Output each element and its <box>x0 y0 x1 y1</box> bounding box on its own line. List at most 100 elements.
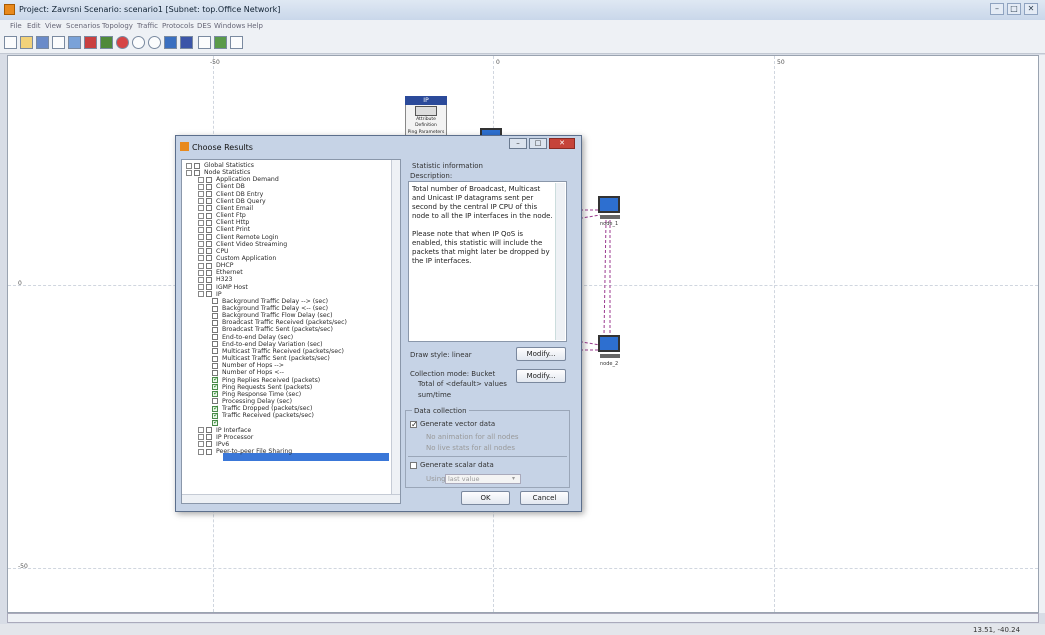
tree-item[interactable]: End-to-end Delay Variation (sec) <box>222 341 323 348</box>
tree-expander-icon[interactable] <box>198 191 204 198</box>
tree-item[interactable]: Ethernet <box>216 269 243 276</box>
menu-edit[interactable]: Edit <box>27 22 41 30</box>
tree-expander-icon[interactable] <box>198 427 204 434</box>
tree-item[interactable]: IP Processor <box>216 434 253 441</box>
tree-checkbox[interactable] <box>206 226 212 233</box>
tree-item[interactable]: Broadcast Traffic Sent (packets/sec) <box>222 326 333 333</box>
tree-checkbox[interactable] <box>212 312 218 319</box>
tree-checkbox[interactable] <box>206 241 212 248</box>
tree-checkbox[interactable] <box>194 169 200 176</box>
close-icon[interactable]: ✕ <box>1024 3 1038 15</box>
tree-expander-icon[interactable] <box>198 291 204 298</box>
tree-item[interactable]: IP <box>216 291 222 298</box>
save-icon[interactable] <box>36 36 49 49</box>
tree-checkbox[interactable] <box>206 269 212 276</box>
node-2-icon[interactable] <box>598 335 620 352</box>
tree-checkbox[interactable] <box>206 434 212 441</box>
tree-item[interactable]: Client Email <box>216 205 253 212</box>
tree-item[interactable]: Client DB Query <box>216 198 266 205</box>
maximize-icon[interactable]: □ <box>1007 3 1021 15</box>
description-scrollbar[interactable] <box>555 183 565 340</box>
collection-mode-modify-button[interactable]: Modify... <box>516 369 566 383</box>
tree-expander-icon[interactable] <box>198 198 204 205</box>
tree-item[interactable]: Traffic Received (packets/sec) <box>222 412 314 419</box>
tree-expander-icon[interactable] <box>198 441 204 448</box>
tree-item[interactable]: H323 <box>216 276 232 283</box>
tree-checkbox[interactable] <box>212 326 218 333</box>
tree-expander-icon[interactable] <box>198 212 204 219</box>
open-icon[interactable] <box>20 36 33 49</box>
tree-vertical-scrollbar[interactable] <box>391 160 400 494</box>
tree-item[interactable]: End-to-end Delay (sec) <box>222 334 293 341</box>
tree-item[interactable]: Ping Replies Received (packets) <box>222 377 320 384</box>
tree-checkbox[interactable] <box>206 205 212 212</box>
tree-checkbox[interactable] <box>206 441 212 448</box>
tree-checkbox[interactable] <box>212 305 218 312</box>
tree-checkbox[interactable] <box>206 427 212 434</box>
tree-item[interactable]: Global Statistics <box>204 162 254 169</box>
tree-item[interactable]: IPv6 <box>216 441 229 448</box>
minimize-icon[interactable]: – <box>990 3 1004 15</box>
tree-checkbox[interactable] <box>206 176 212 183</box>
tree-expander-icon[interactable] <box>198 183 204 190</box>
tree-expander-icon[interactable] <box>198 255 204 262</box>
tree-checkbox[interactable] <box>212 341 218 348</box>
fail-node-icon[interactable] <box>116 36 129 49</box>
tree-checkbox[interactable] <box>206 248 212 255</box>
tree-expander-icon[interactable] <box>198 226 204 233</box>
tree-expander-icon[interactable] <box>198 234 204 240</box>
tree-item[interactable]: Client DB Entry <box>216 191 263 198</box>
tree-expander-icon[interactable] <box>198 219 204 226</box>
dialog-close-icon[interactable]: ✕ <box>549 138 575 149</box>
tree-item[interactable]: Custom Application <box>216 255 276 262</box>
tree-checkbox[interactable] <box>212 298 218 305</box>
object-palette-icon[interactable] <box>84 36 97 49</box>
tree-checkbox[interactable] <box>206 234 212 240</box>
tree-item[interactable]: Ping Response Time (sec) <box>222 391 301 398</box>
tree-expander-icon[interactable] <box>198 269 204 276</box>
configure-icon[interactable] <box>68 36 81 49</box>
tree-expander-icon[interactable] <box>198 434 204 441</box>
hide-graphs-icon[interactable] <box>198 36 211 49</box>
tree-checkbox[interactable] <box>206 255 212 262</box>
draw-style-modify-button[interactable]: Modify... <box>516 347 566 361</box>
dialog-maximize-icon[interactable]: □ <box>529 138 547 149</box>
tree-item[interactable]: Traffic Sent (packets/sec) <box>222 419 300 426</box>
tree-checkbox[interactable] <box>206 276 212 283</box>
tree-item[interactable]: Client Http <box>216 219 249 226</box>
tree-item[interactable]: Application Demand <box>216 176 279 183</box>
tree-expander-icon[interactable] <box>186 162 192 169</box>
tree-expander-icon[interactable] <box>198 262 204 269</box>
print-icon[interactable] <box>52 36 65 49</box>
tree-item[interactable]: Client Ftp <box>216 212 246 219</box>
menu-file[interactable]: File <box>10 22 22 30</box>
tree-expander-icon[interactable] <box>198 276 204 283</box>
web-report-icon[interactable] <box>214 36 227 49</box>
tree-checkbox[interactable] <box>206 291 212 298</box>
tree-checkbox[interactable] <box>212 348 218 355</box>
tree-item[interactable]: Background Traffic Delay <-- (sec) <box>222 305 328 312</box>
node-1-icon[interactable] <box>598 196 620 213</box>
generate-vector-checkbox[interactable]: ✓ <box>410 421 418 429</box>
zoom-in-icon[interactable] <box>132 36 145 49</box>
tree-expander-icon[interactable] <box>198 176 204 183</box>
tree-item[interactable]: Client Remote Login <box>216 234 278 241</box>
tree-checkbox[interactable] <box>212 362 218 369</box>
tree-item[interactable]: Processing Delay (sec) <box>222 398 292 405</box>
tree-checkbox[interactable] <box>206 212 212 219</box>
tree-item[interactable]: Multicast Traffic Sent (packets/sec) <box>222 355 330 362</box>
zoom-out-icon[interactable] <box>148 36 161 49</box>
tree-checkbox[interactable] <box>206 262 212 269</box>
tree-checkbox[interactable] <box>212 319 218 326</box>
run-simulation-icon[interactable] <box>164 36 177 49</box>
tree-item[interactable]: Client Video Streaming <box>216 241 287 248</box>
tree-checkbox[interactable] <box>206 183 212 190</box>
menu-help[interactable]: Help <box>247 22 263 30</box>
ok-button[interactable]: OK <box>461 491 510 505</box>
menu-traffic[interactable]: Traffic <box>137 22 158 30</box>
tree-expander-icon[interactable] <box>198 248 204 255</box>
tree-item[interactable]: Number of Hops <-- <box>222 369 284 376</box>
tree-item[interactable]: CPU <box>216 248 229 255</box>
tree-expander-icon[interactable] <box>186 169 192 176</box>
tree-item[interactable]: Client DB <box>216 183 245 190</box>
